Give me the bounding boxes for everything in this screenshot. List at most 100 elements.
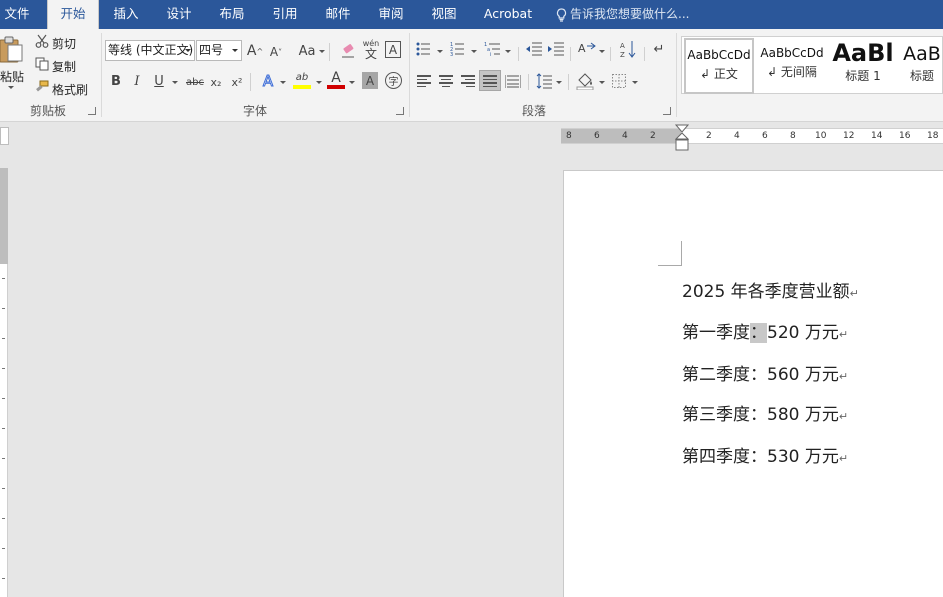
tab-home[interactable]: 开始: [47, 0, 99, 29]
tab-view[interactable]: 视图: [422, 0, 466, 29]
underline-dropdown[interactable]: [172, 81, 178, 84]
tab-file[interactable]: 文件: [0, 0, 34, 29]
copy-icon: [35, 57, 49, 71]
font-color-icon: A: [331, 69, 341, 86]
ruler-number: 14: [871, 131, 883, 141]
strikethrough-button[interactable]: abc: [184, 73, 206, 91]
font-name-combo[interactable]: 等线 (中文正文): [105, 40, 195, 61]
sort-icon[interactable]: AZ: [620, 40, 637, 59]
font-dialog-launcher[interactable]: [396, 107, 404, 115]
quarter-value: 530 万元: [767, 447, 839, 467]
multilevel-dropdown[interactable]: [505, 50, 511, 53]
chevron-down-icon[interactable]: [185, 49, 191, 52]
horizontal-ruler[interactable]: 8 6 4 2 2 4 6 8 10 12 14 16 18: [561, 128, 943, 144]
tab-mailings[interactable]: 邮件: [316, 0, 360, 29]
document-title-text: 2025 年各季度营业额: [682, 282, 850, 302]
borders-icon[interactable]: [612, 74, 626, 88]
line-spacing-dropdown[interactable]: [556, 81, 562, 84]
tab-insert[interactable]: 插入: [104, 0, 148, 29]
clear-formatting-icon[interactable]: [340, 42, 357, 60]
numbering-icon[interactable]: 123: [450, 41, 464, 58]
font-name-value: 等线 (中文正文): [108, 43, 194, 57]
divider: [568, 74, 569, 90]
cut-button[interactable]: 剪切: [52, 35, 76, 52]
chevron-down-icon[interactable]: [232, 49, 238, 52]
ruler-tick: [2, 518, 5, 519]
paste-dropdown-arrow[interactable]: [8, 86, 14, 89]
change-case-icon: Aa: [298, 43, 316, 59]
increase-indent-icon[interactable]: [548, 42, 564, 56]
quarter-label: 第四季度: [682, 447, 750, 467]
line-spacing-icon[interactable]: [536, 73, 552, 89]
vertical-ruler[interactable]: [0, 168, 8, 597]
font-size-value: 四号: [199, 43, 224, 57]
separator: ：: [750, 447, 767, 467]
change-case-dropdown[interactable]: [319, 50, 325, 53]
text-effects-dropdown[interactable]: [280, 81, 286, 84]
bullets-icon[interactable]: [416, 42, 430, 56]
document-title-paragraph[interactable]: 2025 年各季度营业额↵: [682, 277, 859, 302]
tell-me-box[interactable]: 告诉我您想要做什么...: [556, 0, 689, 29]
shrink-font-button[interactable]: A ˅: [268, 43, 284, 61]
character-shading-button[interactable]: A: [362, 72, 378, 89]
indent-markers[interactable]: [674, 124, 690, 154]
tab-layout[interactable]: 布局: [210, 0, 254, 29]
paste-button[interactable]: 粘贴: [0, 68, 24, 85]
highlight-button[interactable]: ab: [292, 70, 312, 84]
bullets-dropdown[interactable]: [437, 50, 443, 53]
tab-design[interactable]: 设计: [157, 0, 201, 29]
clipboard-dialog-launcher[interactable]: [88, 107, 96, 115]
shading-bucket-icon[interactable]: [576, 72, 594, 91]
font-color-dropdown[interactable]: [349, 81, 355, 84]
text-effects-icon: A: [262, 72, 274, 91]
borders-dropdown[interactable]: [632, 81, 638, 84]
margin-corner-mark: [658, 265, 682, 266]
asian-layout-dropdown[interactable]: [599, 50, 605, 53]
justify-button-selected[interactable]: [479, 70, 501, 91]
character-border-button[interactable]: A: [385, 41, 401, 58]
numbering-dropdown[interactable]: [471, 50, 477, 53]
change-case-button[interactable]: Aa: [297, 42, 317, 60]
tab-acrobat[interactable]: Acrobat: [478, 0, 538, 29]
quarter-label: 第二季度: [682, 365, 750, 385]
style-no-spacing[interactable]: AaBbCcDd ↲ 无间隔: [757, 38, 827, 94]
ruler-tick: [2, 548, 5, 549]
tab-references[interactable]: 引用: [263, 0, 307, 29]
phonetic-guide-button[interactable]: wén 文: [361, 38, 381, 60]
document-paragraph[interactable]: 第四季度：530 万元↵: [682, 442, 848, 467]
style-normal[interactable]: AaBbCcDd ↲ 正文: [684, 38, 754, 94]
paragraph-dialog-launcher[interactable]: [663, 107, 671, 115]
divider: [570, 47, 571, 61]
distributed-align-icon[interactable]: [504, 74, 522, 89]
ruler-tick: [2, 578, 5, 579]
ruler-toggle[interactable]: [0, 127, 9, 145]
multilevel-list-icon[interactable]: 1ai: [484, 41, 500, 58]
grow-font-button[interactable]: A ^: [247, 42, 263, 60]
show-marks-button[interactable]: ↵: [651, 40, 667, 58]
style-heading-1[interactable]: AaBl 标题 1: [830, 38, 896, 94]
style-title[interactable]: AaB 标题: [900, 38, 943, 94]
enclose-characters-button[interactable]: 字: [385, 72, 402, 89]
paste-icon[interactable]: [0, 35, 24, 63]
font-size-combo[interactable]: 四号: [196, 40, 242, 61]
tab-review[interactable]: 审阅: [369, 0, 413, 29]
format-painter-button[interactable]: 格式刷: [52, 81, 88, 98]
subscript-button[interactable]: x₂: [208, 73, 224, 91]
decrease-indent-icon[interactable]: [526, 42, 542, 56]
font-color-button[interactable]: A: [328, 69, 344, 86]
svg-text:Z: Z: [620, 51, 625, 58]
shading-dropdown[interactable]: [599, 81, 605, 84]
svg-text:i: i: [490, 52, 491, 57]
document-paragraph[interactable]: 第三季度：580 万元↵: [682, 400, 848, 425]
bold-button[interactable]: B: [108, 72, 124, 90]
highlight-dropdown[interactable]: [316, 81, 322, 84]
copy-button[interactable]: 复制: [52, 58, 76, 75]
document-paragraph[interactable]: 第二季度：560 万元↵: [682, 360, 848, 385]
superscript-button[interactable]: x²: [229, 73, 245, 91]
italic-button[interactable]: I: [130, 72, 144, 90]
font-group-label: 字体: [242, 104, 267, 118]
text-effects-button[interactable]: A: [259, 71, 277, 91]
underline-button[interactable]: U: [152, 72, 166, 90]
document-paragraph[interactable]: 第一季度：520 万元↵: [682, 318, 848, 343]
asian-layout-icon[interactable]: A: [578, 41, 596, 57]
